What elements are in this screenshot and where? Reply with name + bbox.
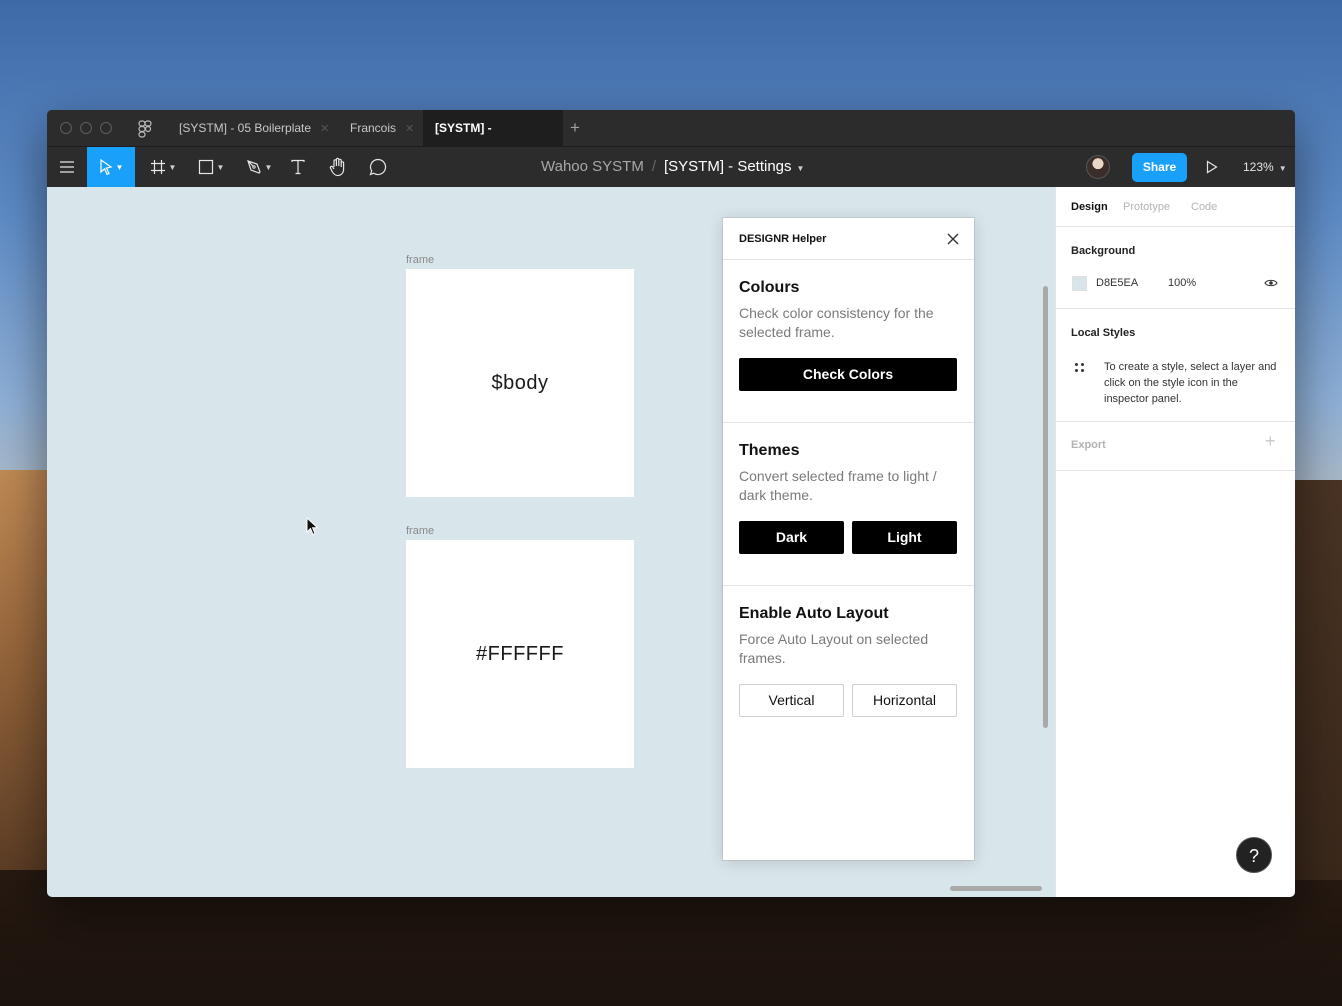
horizontal-scrollbar[interactable] bbox=[950, 886, 1042, 891]
move-icon bbox=[99, 159, 112, 175]
light-theme-button[interactable]: Light bbox=[852, 521, 957, 554]
section-description: Force Auto Layout on selected frames. bbox=[739, 631, 929, 666]
chevron-down-icon: ▼ bbox=[264, 162, 273, 172]
chevron-down-icon: ▼ bbox=[168, 162, 177, 172]
panel-tabs: Design Prototype Code bbox=[1056, 187, 1295, 227]
play-icon bbox=[1206, 160, 1218, 174]
frame-body[interactable]: $body bbox=[406, 269, 634, 497]
tab-label: [SYSTM] - 05 Boilerplate bbox=[179, 121, 312, 135]
section-title: Export bbox=[1071, 439, 1106, 451]
export-section: Export + bbox=[1056, 422, 1295, 471]
themes-section: Themes Convert selected frame to light /… bbox=[723, 423, 974, 586]
tab-close-icon[interactable]: ✕ bbox=[405, 123, 414, 135]
auto-layout-section: Enable Auto Layout Force Auto Layout on … bbox=[723, 586, 974, 749]
auto-layout-buttons: Vertical Horizontal bbox=[739, 684, 958, 717]
chevron-down-icon: ▼ bbox=[115, 162, 124, 172]
breadcrumb-file[interactable]: [SYSTM] - Settings bbox=[664, 158, 792, 175]
plugin-window: DESIGNR Helper Colours Check color consi… bbox=[723, 218, 974, 860]
move-tool-button[interactable]: ▼ bbox=[87, 147, 135, 187]
background-opacity[interactable]: 100% bbox=[1168, 277, 1196, 289]
section-title: Enable Auto Layout bbox=[739, 605, 889, 622]
text-icon bbox=[291, 159, 305, 175]
new-tab-plus-icon[interactable]: + bbox=[570, 118, 580, 138]
menu-icon bbox=[60, 161, 74, 173]
frame-icon bbox=[150, 160, 165, 174]
comment-tool-button[interactable] bbox=[367, 147, 389, 187]
section-title: Themes bbox=[739, 442, 800, 459]
tab-prototype[interactable]: Prototype bbox=[1123, 187, 1170, 227]
plugin-header: DESIGNR Helper bbox=[723, 218, 974, 260]
pen-tool-button[interactable]: ▼ bbox=[239, 147, 279, 187]
styles-hint: To create a style, select a layer and cl… bbox=[1104, 361, 1277, 405]
tab-label: Francois bbox=[350, 121, 397, 135]
close-window-button[interactable] bbox=[60, 122, 72, 134]
check-colors-button[interactable]: Check Colors bbox=[739, 358, 957, 391]
close-icon[interactable] bbox=[944, 230, 962, 248]
section-title: Background bbox=[1071, 245, 1136, 257]
dark-theme-button[interactable]: Dark bbox=[739, 521, 844, 554]
background-section: Background D8E5EA 100% bbox=[1056, 228, 1295, 309]
tab-code[interactable]: Code bbox=[1191, 187, 1217, 227]
background-swatch[interactable] bbox=[1072, 276, 1087, 291]
section-description: Check color consistency for the selected… bbox=[739, 305, 934, 340]
text-tool-button[interactable] bbox=[287, 147, 309, 187]
tab-design[interactable]: Design bbox=[1071, 187, 1108, 227]
frame-tool-button[interactable]: ▼ bbox=[143, 147, 183, 187]
plugin-title: DESIGNR Helper bbox=[739, 233, 827, 245]
chevron-down-icon: ▼ bbox=[216, 162, 225, 172]
frame-label[interactable]: frame bbox=[406, 525, 434, 537]
figma-logo-icon[interactable] bbox=[138, 120, 152, 138]
present-button[interactable] bbox=[1202, 147, 1222, 187]
vertical-layout-button[interactable]: Vertical bbox=[739, 684, 844, 717]
main-menu-button[interactable] bbox=[51, 147, 83, 187]
tab-boilerplate[interactable]: [SYSTM] - 05 Boilerplate ✕ bbox=[165, 110, 343, 147]
section-description: Convert selected frame to light / dark t… bbox=[739, 468, 937, 503]
properties-panel: Design Prototype Code Background D8E5EA … bbox=[1055, 187, 1295, 897]
hand-icon bbox=[329, 157, 345, 177]
toolbar: ▼ ▼ ▼ ▼ Wahoo SYSTM / [SYSTM] - Settings ▼ … bbox=[47, 147, 1295, 187]
pen-icon bbox=[246, 160, 261, 174]
frame-white[interactable]: #FFFFFF bbox=[406, 540, 634, 768]
tab-settings[interactable]: [SYSTM] - Settings✕ bbox=[423, 110, 563, 172]
breadcrumb: Wahoo SYSTM / [SYSTM] - Settings ▼ bbox=[541, 147, 804, 187]
add-export-plus-icon[interactable]: + bbox=[1265, 431, 1276, 452]
section-title: Local Styles bbox=[1071, 327, 1136, 339]
vertical-scrollbar[interactable] bbox=[1043, 286, 1048, 728]
frame-label[interactable]: frame bbox=[406, 254, 434, 266]
shape-tool-button[interactable]: ▼ bbox=[191, 147, 231, 187]
section-title: Colours bbox=[739, 279, 800, 296]
tab-bar: [SYSTM] - 05 Boilerplate ✕ Francois ✕ [SYS… bbox=[47, 110, 1295, 172]
zoom-level: 123% bbox=[1243, 160, 1274, 174]
horizontal-layout-button[interactable]: Horizontal bbox=[852, 684, 957, 717]
breadcrumb-separator: / bbox=[651, 158, 656, 175]
canvas[interactable]: frame $body frame #FFFFFF DESIGNR Helper… bbox=[47, 187, 1055, 897]
tab-francois[interactable]: Francois ✕ bbox=[336, 110, 428, 147]
zoom-window-button[interactable] bbox=[100, 122, 112, 134]
share-button[interactable]: Share bbox=[1132, 153, 1187, 182]
local-styles-section: Local Styles To create a style, select a… bbox=[1056, 309, 1295, 422]
desktop-dune-right bbox=[1294, 480, 1342, 880]
avatar[interactable] bbox=[1086, 155, 1110, 179]
theme-buttons: Dark Light bbox=[739, 521, 958, 554]
frame-text: #FFFFFF bbox=[476, 642, 564, 665]
tab-close-icon[interactable]: ✕ bbox=[320, 123, 329, 135]
mouse-cursor-icon bbox=[306, 517, 319, 536]
hand-tool-button[interactable] bbox=[327, 147, 349, 187]
breadcrumb-team[interactable]: Wahoo SYSTM bbox=[541, 158, 644, 175]
colours-section: Colours Check color consistency for the … bbox=[723, 260, 974, 423]
figma-window: [SYSTM] - 05 Boilerplate ✕ Francois ✕ [SYS… bbox=[47, 110, 1295, 897]
minimize-window-button[interactable] bbox=[80, 122, 92, 134]
eye-icon[interactable] bbox=[1264, 276, 1278, 290]
rectangle-icon bbox=[198, 159, 213, 175]
help-button[interactable]: ? bbox=[1236, 837, 1272, 873]
window-controls bbox=[60, 122, 112, 134]
background-hex[interactable]: D8E5EA bbox=[1096, 277, 1138, 289]
chevron-down-icon[interactable]: ▼ bbox=[797, 164, 805, 173]
styles-icon bbox=[1075, 363, 1087, 375]
zoom-menu[interactable]: 123% ▼ bbox=[1243, 147, 1287, 187]
chevron-down-icon: ▼ bbox=[1278, 164, 1287, 173]
frame-text: $body bbox=[491, 371, 549, 394]
comment-icon bbox=[369, 158, 387, 176]
